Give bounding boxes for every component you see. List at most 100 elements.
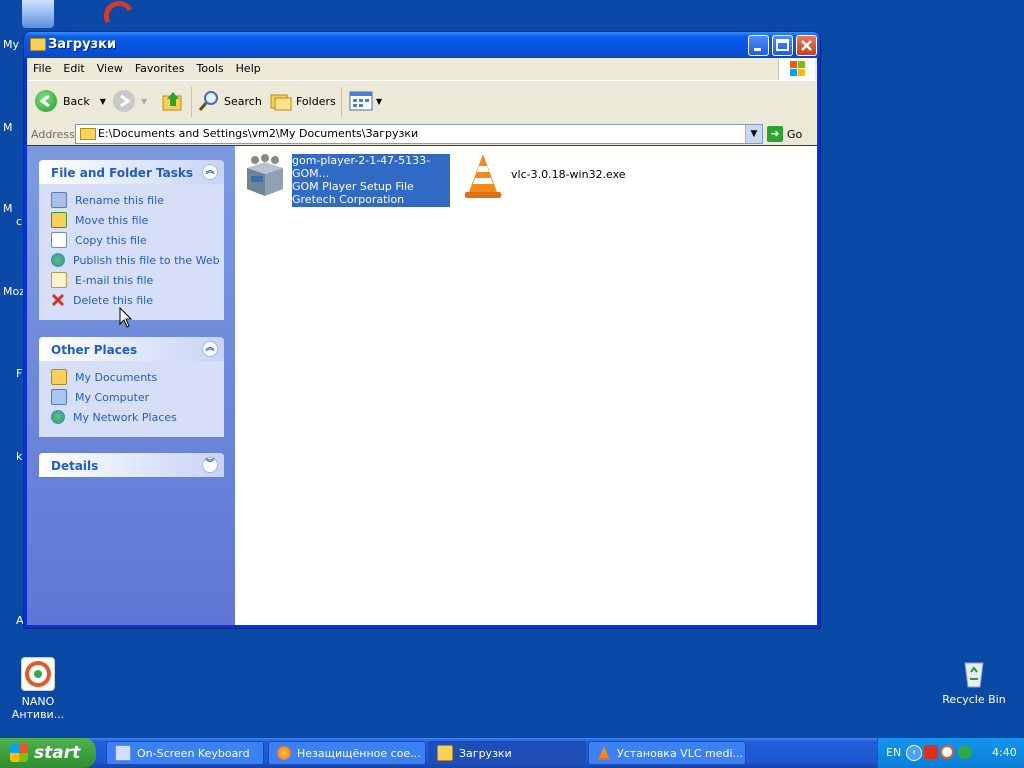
desktop-icon-label: Recycle Bin	[942, 693, 1006, 706]
ccleaner-desktop-icon[interactable]	[103, 0, 134, 26]
folders-icon	[270, 94, 292, 111]
collapse-chevron-icon[interactable]: ︽	[202, 341, 218, 357]
taskbar-button-firefox[interactable]: Незащищённое сое...	[268, 741, 426, 765]
place-label: My Network Places	[73, 410, 177, 424]
back-button[interactable]: Back ▼	[35, 89, 106, 113]
close-button[interactable]	[796, 35, 817, 56]
menu-bar: File Edit View Favorites Tools Help	[27, 58, 817, 80]
minimize-button[interactable]	[748, 35, 769, 56]
other-places-panel: Other Places ︽ My Documents My Computer …	[39, 337, 224, 437]
search-button[interactable]: Search	[197, 89, 262, 113]
place-my-documents[interactable]: My Documents	[51, 367, 224, 387]
vlc-cone-icon	[597, 746, 611, 760]
collapse-chevron-icon[interactable]: ︽	[202, 164, 218, 180]
show-hidden-icons-chevron-icon[interactable]: ‹	[906, 745, 922, 761]
network-places-icon	[51, 410, 65, 424]
maximize-button[interactable]	[772, 35, 793, 56]
task-delete-file[interactable]: Delete this file	[51, 290, 224, 310]
search-icon	[198, 91, 218, 111]
maximize-icon	[776, 39, 789, 51]
task-rename-file[interactable]: Rename this file	[51, 190, 224, 210]
taskbar: start On-Screen Keyboard Незащищённое со…	[0, 738, 1024, 768]
file-name: gom-player-2-1-47-5133-GOM...	[292, 154, 431, 180]
task-label: Publish this file to the Web	[73, 253, 220, 267]
desktop-icon-label-partial: M	[3, 121, 13, 134]
folders-label: Folders	[296, 94, 336, 108]
place-my-computer[interactable]: My Computer	[51, 387, 224, 407]
desktop-icon-label-partial: k	[16, 450, 23, 463]
file-list-view[interactable]: gom-player-2-1-47-5133-GOM... GOM Player…	[235, 146, 817, 625]
address-value: E:\Documents and Settings\vm2\My Documen…	[98, 127, 419, 140]
task-label: Copy this file	[75, 233, 147, 247]
menu-favorites[interactable]: Favorites	[129, 58, 191, 75]
task-email-file[interactable]: E-mail this file	[51, 270, 224, 290]
nano-antivirus-desktop-icon[interactable]: NANO Антиви...	[2, 657, 74, 721]
menu-view[interactable]: View	[91, 58, 129, 75]
task-label: E-mail this file	[75, 273, 154, 287]
task-copy-file[interactable]: Copy this file	[51, 230, 224, 250]
up-folder-icon	[162, 92, 182, 111]
menu-file[interactable]: File	[27, 58, 57, 75]
windows-flag-icon	[10, 744, 28, 762]
menu-edit[interactable]: Edit	[57, 58, 90, 75]
clock[interactable]: 4:40	[992, 746, 1017, 759]
menu-help[interactable]: Help	[230, 58, 267, 75]
task-label: On-Screen Keyboard	[137, 746, 250, 760]
my-documents-icon	[51, 369, 67, 385]
panel-title: Details	[51, 459, 99, 473]
expand-chevron-icon[interactable]: ︾	[202, 457, 218, 473]
go-button[interactable]: ➜ Go	[767, 124, 802, 144]
keyboard-icon	[115, 745, 131, 761]
language-indicator[interactable]: EN	[886, 746, 901, 759]
folders-button[interactable]: Folders	[269, 89, 336, 113]
start-button[interactable]: start	[0, 738, 96, 768]
task-label: Загрузки	[459, 746, 512, 760]
toolbar-separator	[191, 87, 192, 117]
file-item-gom-player[interactable]: gom-player-2-1-47-5133-GOM... GOM Player…	[241, 152, 453, 207]
my-documents-desktop-icon[interactable]	[22, 0, 54, 28]
desktop-icon-label: NANO Антиви...	[11, 695, 65, 721]
task-pane: File and Folder Tasks ︽ Rename this file…	[27, 146, 235, 625]
taskbar-button-onscreen-keyboard[interactable]: On-Screen Keyboard	[106, 741, 264, 765]
address-bar: Address E:\Documents and Settings\vm2\My…	[27, 123, 817, 145]
setup-package-icon	[241, 152, 289, 198]
toolbar-separator	[341, 87, 342, 117]
panel-header[interactable]: File and Folder Tasks ︽	[39, 160, 224, 184]
menu-tools[interactable]: Tools	[191, 58, 230, 75]
firefox-icon	[277, 746, 291, 760]
globe-icon	[51, 253, 65, 267]
utorrent-tray-icon[interactable]	[958, 745, 972, 759]
nano-antivirus-tray-icon[interactable]	[940, 745, 954, 759]
delete-icon	[51, 293, 65, 307]
place-my-network-places[interactable]: My Network Places	[51, 407, 224, 427]
file-company: Gretech Corporation	[292, 193, 405, 206]
recycle-bin-desktop-icon[interactable]: Recycle Bin	[938, 657, 1010, 706]
file-type: GOM Player Setup File	[292, 180, 414, 193]
address-field[interactable]: E:\Documents and Settings\vm2\My Documen…	[75, 124, 763, 144]
security-alert-icon[interactable]	[924, 745, 938, 759]
taskbar-button-vlc-setup[interactable]: Установка VLC medi...	[588, 741, 746, 765]
start-label: start	[34, 743, 81, 763]
explorer-window: Загрузки File Edit View Favorites Tools Help …	[24, 32, 820, 628]
views-icon	[349, 91, 373, 111]
back-dropdown-icon[interactable]: ▼	[100, 97, 106, 106]
taskbar-button-downloads[interactable]: Загрузки	[428, 741, 586, 765]
task-publish-file[interactable]: Publish this file to the Web	[51, 250, 224, 270]
panel-header[interactable]: Details ︾	[39, 453, 224, 477]
task-label: Move this file	[75, 213, 149, 227]
system-tray: EN ‹ 4:40	[877, 738, 1024, 768]
copy-icon	[51, 232, 67, 248]
task-label: Незащищённое сое...	[297, 746, 421, 760]
file-name: vlc-3.0.18-win32.exe	[511, 168, 626, 181]
address-dropdown-icon[interactable]: ▼	[745, 125, 762, 143]
views-button[interactable]: ▼	[349, 89, 382, 113]
task-move-file[interactable]: Move this file	[51, 210, 224, 230]
file-item-vlc[interactable]: vlc-3.0.18-win32.exe	[461, 152, 661, 200]
panel-title: File and Folder Tasks	[51, 166, 194, 180]
panel-header[interactable]: Other Places ︽	[39, 337, 224, 361]
up-folder-button[interactable]	[161, 89, 185, 113]
forward-button[interactable]: ▼	[113, 89, 147, 113]
title-bar[interactable]: Загрузки	[24, 32, 820, 58]
views-dropdown-icon: ▼	[376, 96, 383, 106]
forward-dropdown-icon: ▼	[141, 96, 148, 106]
